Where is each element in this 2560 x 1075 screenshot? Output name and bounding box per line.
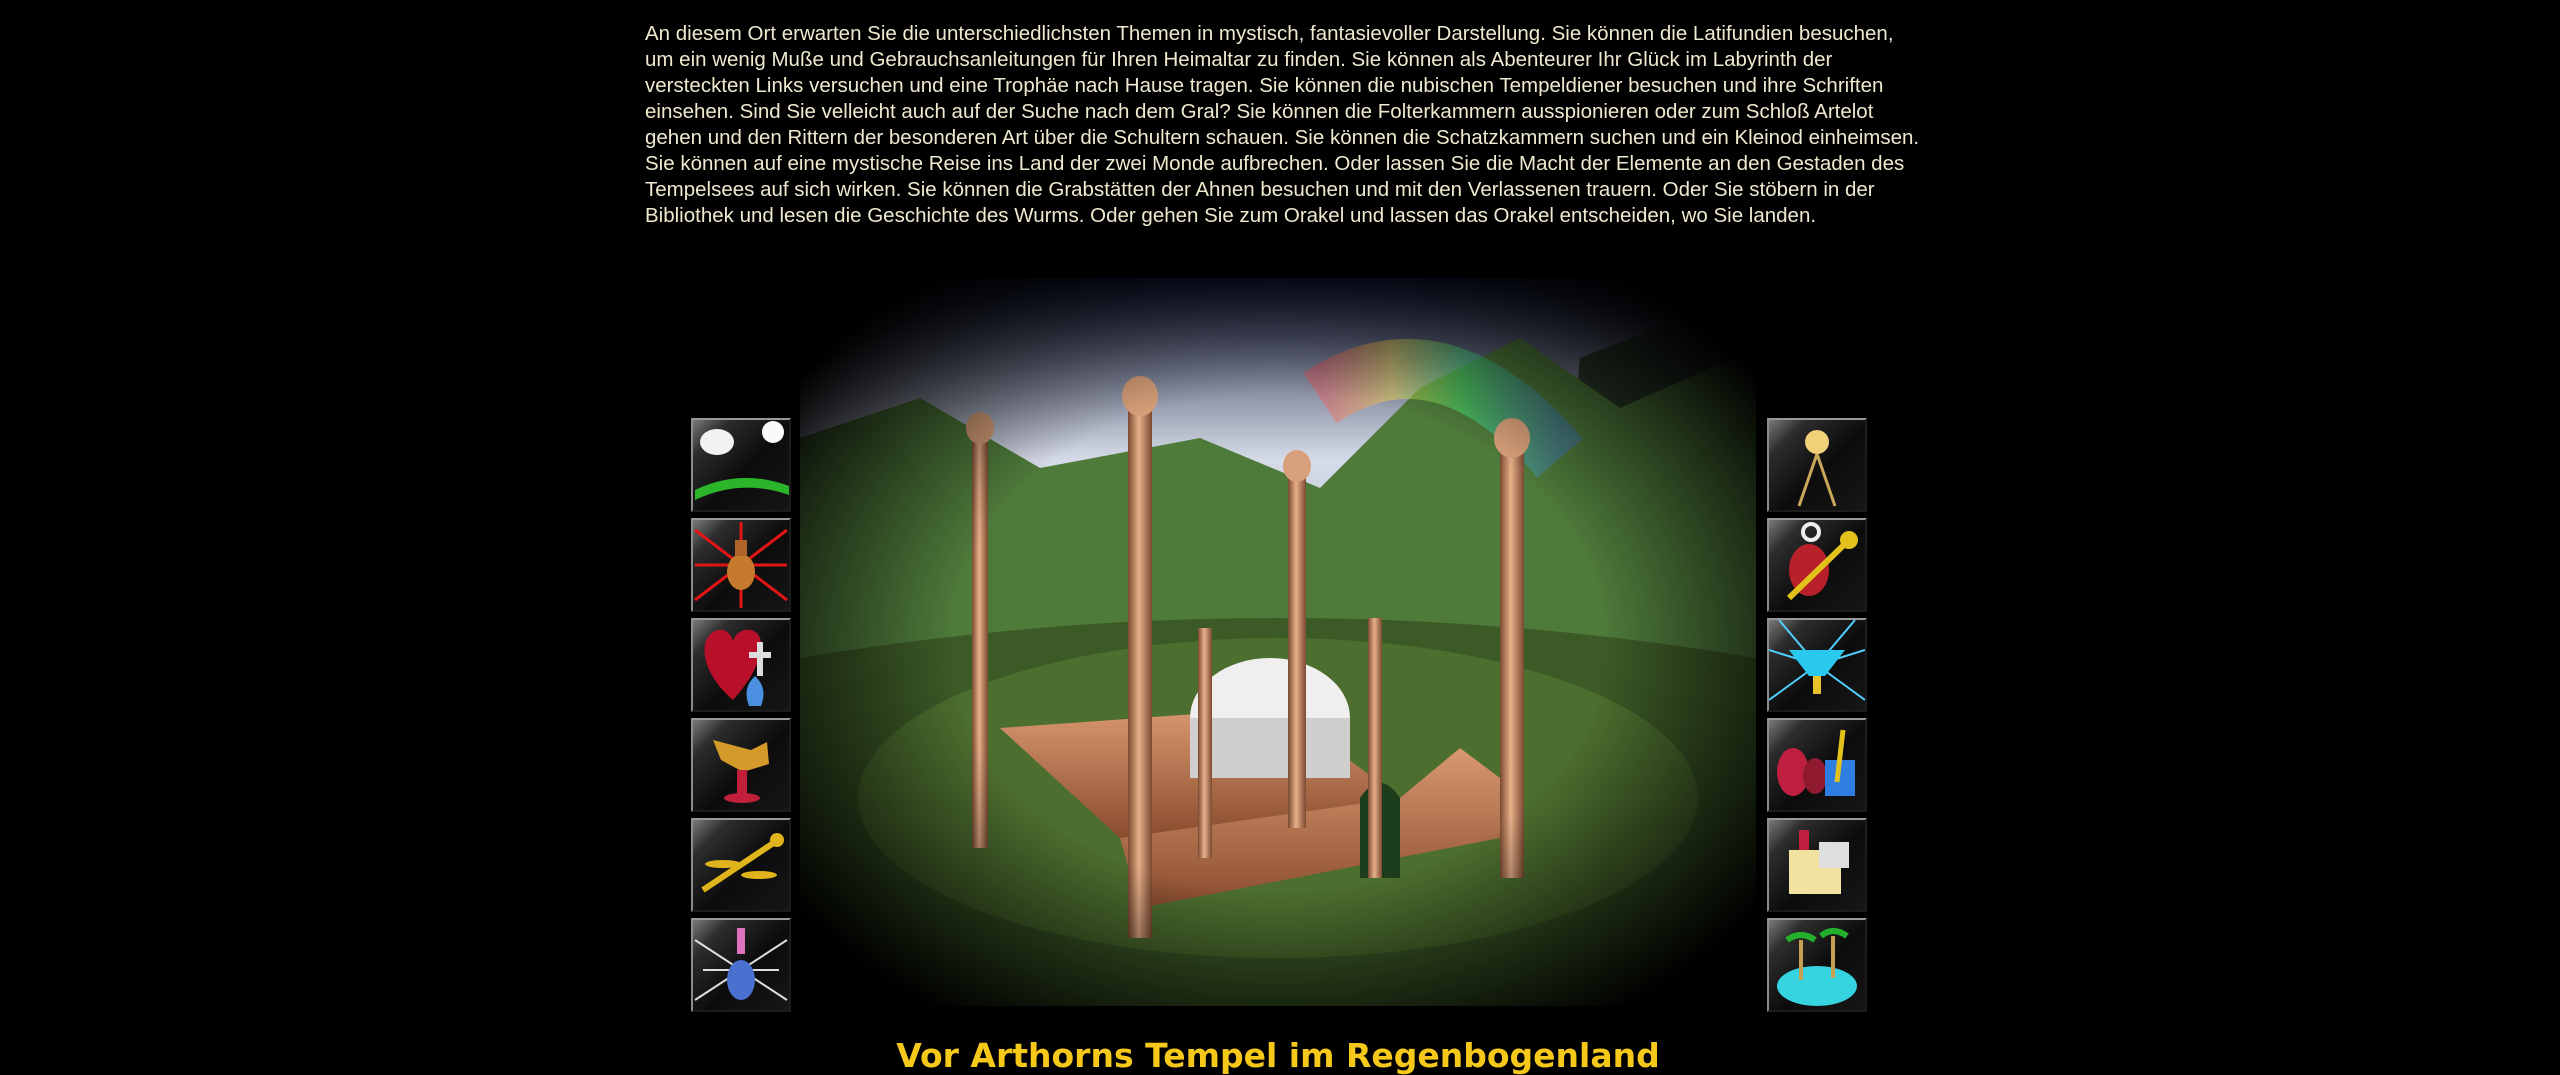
scene-caption: Vor Arthorns Tempel im Regenbogenland <box>896 1036 1660 1075</box>
nav-right-column <box>1767 418 1867 1018</box>
golden-key-icon[interactable] <box>691 818 791 912</box>
two-moons-icon[interactable] <box>691 418 791 512</box>
golden-pendulum-icon[interactable] <box>1767 418 1867 512</box>
cyan-chalice-icon[interactable] <box>1767 618 1867 712</box>
island-palms-icon[interactable] <box>1767 918 1867 1012</box>
golden-goblet-icon[interactable] <box>691 718 791 812</box>
intro-text: An diesem Ort erwarten Sie die unterschi… <box>645 22 1920 227</box>
scroll-chest-icon[interactable] <box>1767 818 1867 912</box>
heart-cross-vase-icon[interactable] <box>691 618 791 712</box>
amphora-key-icon[interactable] <box>1767 518 1867 612</box>
temple-scene-image <box>800 278 1756 1006</box>
vases-blue-gate-icon[interactable] <box>1767 718 1867 812</box>
red-starburst-vase-icon[interactable] <box>691 518 791 612</box>
nav-left-column <box>691 418 791 1018</box>
blue-vase-rays-icon[interactable] <box>691 918 791 1012</box>
